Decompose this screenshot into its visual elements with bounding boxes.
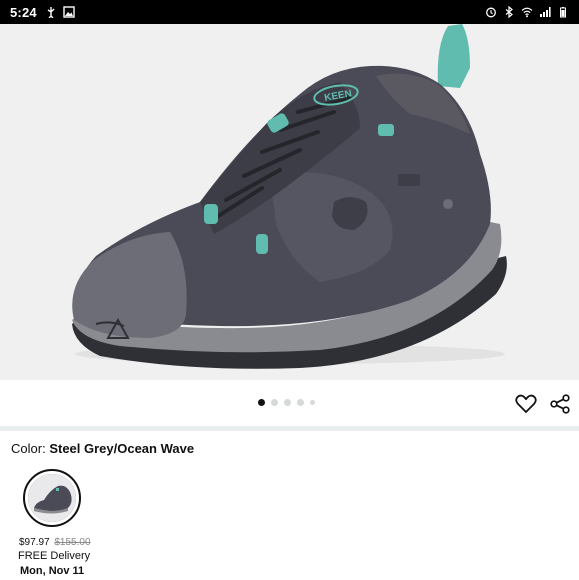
color-swatch-selected[interactable] [23, 469, 81, 527]
alarm-icon [486, 7, 496, 18]
color-selection-label: Color: Steel Grey/Ocean Wave [11, 441, 194, 456]
swatch-thumbnail [28, 474, 76, 522]
image-icon [63, 6, 75, 18]
swatch-list-price: $155.00 [54, 537, 91, 548]
share-icon [550, 394, 570, 414]
image-pagination[interactable] [258, 399, 315, 406]
pagination-dot[interactable] [271, 399, 278, 406]
swatch-delivery: FREE Delivery [18, 550, 91, 562]
product-image[interactable]: KEEN [0, 24, 579, 380]
wishlist-button[interactable] [515, 394, 537, 414]
swatch-price-row: $97.97 $155.00 [19, 537, 91, 548]
signal-icon [540, 7, 551, 17]
swatch-price: $97.97 [19, 537, 50, 548]
color-value: Steel Grey/Ocean Wave [49, 441, 195, 456]
status-bar: 5:24 [0, 0, 579, 24]
swatch-delivery-date: Mon, Nov 11 [20, 565, 85, 577]
heart-icon [515, 394, 537, 413]
battery-icon [560, 7, 566, 18]
pagination-dot[interactable] [284, 399, 291, 406]
image-controls [0, 380, 579, 426]
wifi-icon [521, 7, 533, 18]
swatch-shoe-image [28, 474, 76, 522]
pagination-dot[interactable] [310, 400, 315, 405]
section-divider [0, 426, 579, 431]
bluetooth-icon [505, 6, 513, 18]
status-time: 5:24 [10, 4, 37, 20]
share-button[interactable] [549, 394, 571, 414]
pagination-dot-active[interactable] [258, 399, 265, 406]
color-label: Color: [11, 441, 46, 456]
pagination-dot[interactable] [297, 399, 304, 406]
shoe-image: KEEN [72, 24, 507, 369]
usb-icon [47, 7, 55, 18]
